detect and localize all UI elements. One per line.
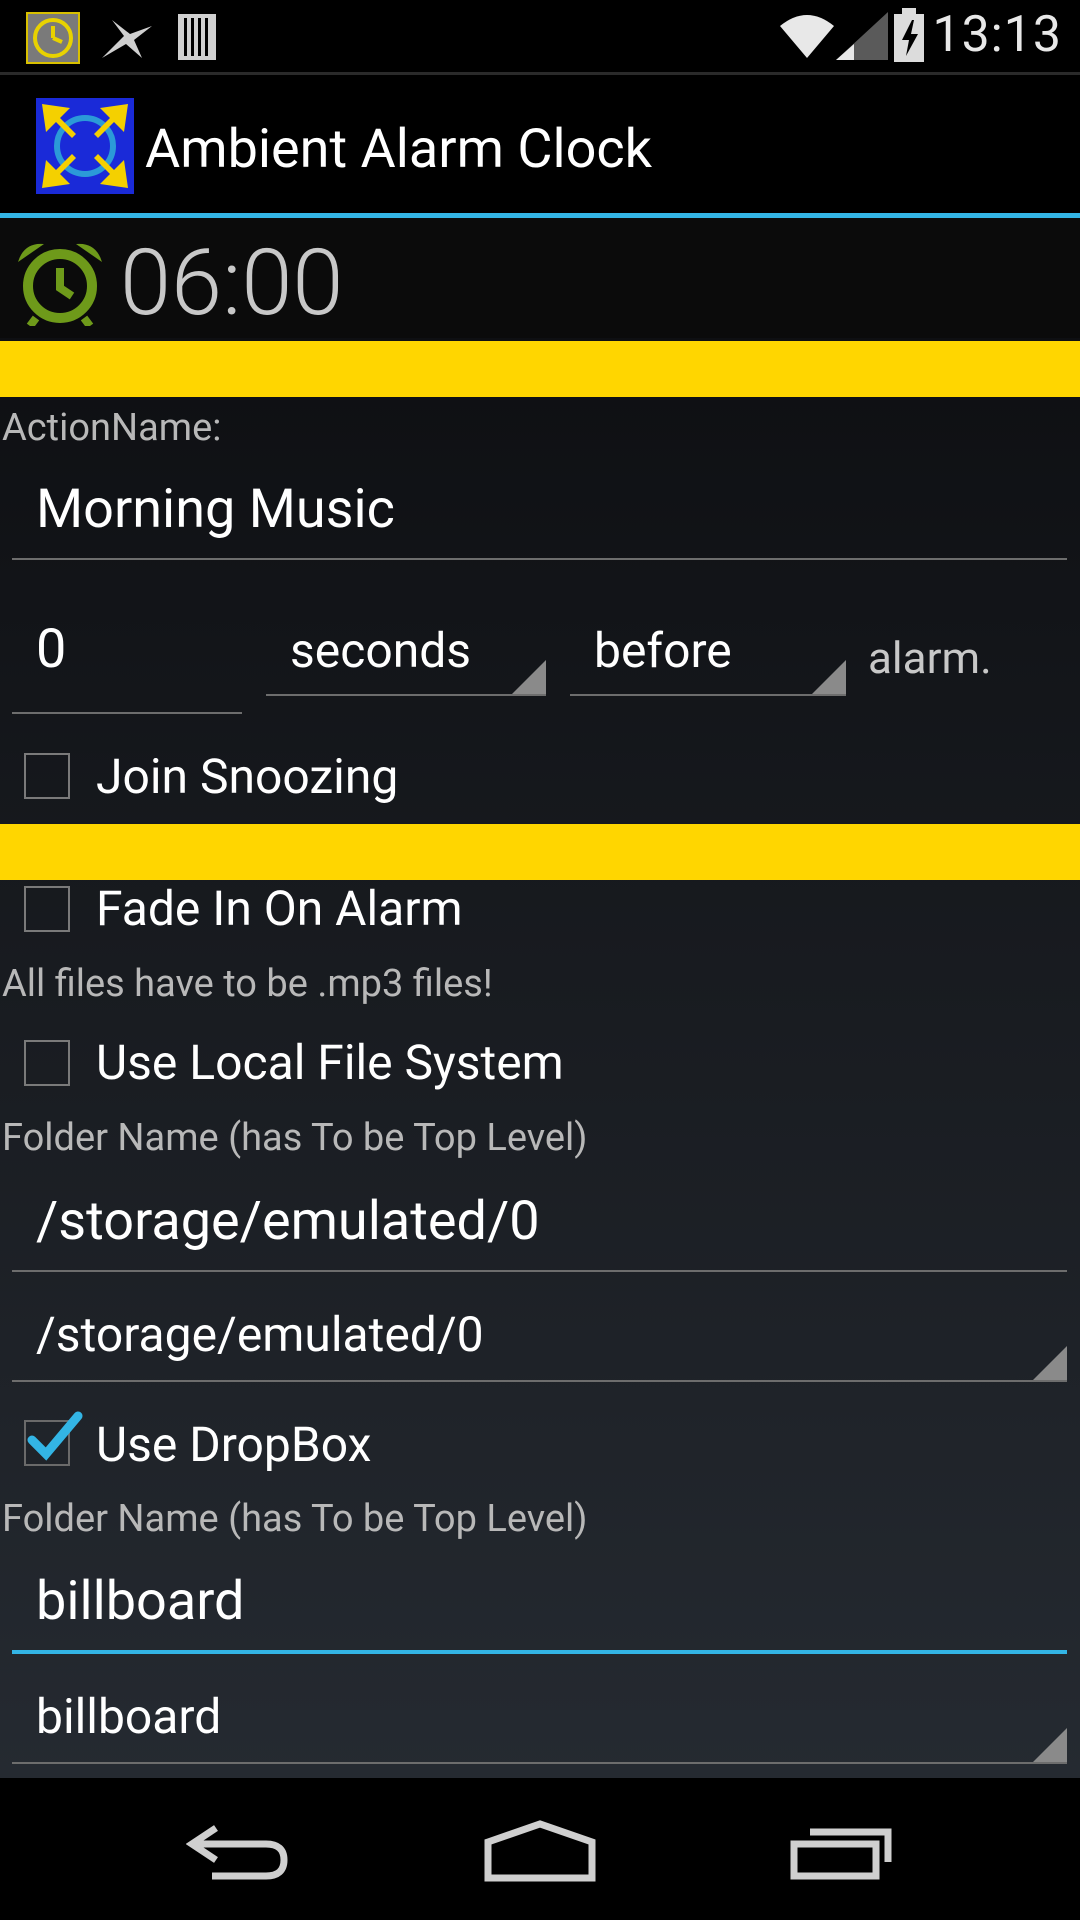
local-folder-spinner[interactable]: /storage/emulated/0: [12, 1306, 1067, 1382]
relation-spinner[interactable]: before: [570, 622, 846, 696]
relation-selected: before: [594, 622, 732, 679]
offset-input[interactable]: 0: [12, 618, 242, 714]
unit-spinner[interactable]: seconds: [266, 622, 546, 696]
spinner-corner-icon: [1033, 1346, 1067, 1380]
local-fs-checkbox[interactable]: [24, 1040, 70, 1086]
app-logo-icon[interactable]: [36, 98, 134, 194]
offset-value: 0: [36, 618, 67, 681]
status-clock: 13:13: [932, 6, 1062, 64]
spinner-corner-icon: [1033, 1728, 1067, 1762]
local-fs-label[interactable]: Use Local File System: [96, 1034, 564, 1091]
app-title: Ambient Alarm Clock: [145, 118, 653, 181]
back-icon[interactable]: [186, 1822, 290, 1882]
spinner-corner-icon: [812, 660, 846, 694]
battery-charging-icon: [894, 8, 924, 62]
mp3-note: All files have to be .mp3 files!: [2, 962, 493, 1006]
local-folder-selected: /storage/emulated/0: [36, 1306, 484, 1363]
dropbox-folder-spinner[interactable]: billboard: [12, 1688, 1067, 1764]
ninja-star-icon: [102, 20, 152, 58]
action-name-label: ActionName:: [2, 406, 222, 450]
alarm-time[interactable]: 06:00: [120, 230, 343, 337]
wifi-icon: [780, 15, 834, 58]
checkmark-icon: [27, 1411, 83, 1461]
fade-in-checkbox[interactable]: [24, 886, 70, 932]
clock-app-icon: [26, 12, 80, 64]
unit-selected: seconds: [290, 622, 472, 679]
alarm-clock-icon: [18, 243, 102, 326]
dropbox-folder-value: billboard: [36, 1570, 245, 1633]
status-bar: 13:13: [0, 0, 1080, 75]
action-name-input[interactable]: Morning Music: [12, 478, 1067, 560]
join-snoozing-label[interactable]: Join Snoozing: [96, 748, 398, 805]
local-folder-input[interactable]: /storage/emulated/0: [12, 1190, 1067, 1272]
signal-icon: [836, 12, 888, 60]
dropbox-label[interactable]: Use DropBox: [96, 1416, 371, 1473]
dropbox-folder-label: Folder Name (has To be Top Level): [2, 1497, 588, 1541]
action-name-value: Morning Music: [36, 478, 395, 541]
spinner-corner-icon: [512, 660, 546, 694]
join-snoozing-checkbox[interactable]: [24, 753, 70, 799]
alarm-suffix: alarm.: [868, 632, 992, 684]
local-folder-value: /storage/emulated/0: [36, 1190, 540, 1253]
section-divider-bar: [0, 824, 1080, 880]
home-icon[interactable]: [484, 1820, 596, 1882]
fade-in-label[interactable]: Fade In On Alarm: [96, 880, 463, 937]
section-divider-bar: [0, 341, 1080, 397]
recents-icon[interactable]: [790, 1826, 894, 1880]
dropbox-folder-input[interactable]: billboard: [12, 1570, 1067, 1654]
dropbox-folder-selected: billboard: [36, 1688, 222, 1745]
barcode-icon: [178, 14, 216, 60]
local-folder-label: Folder Name (has To be Top Level): [2, 1116, 588, 1160]
